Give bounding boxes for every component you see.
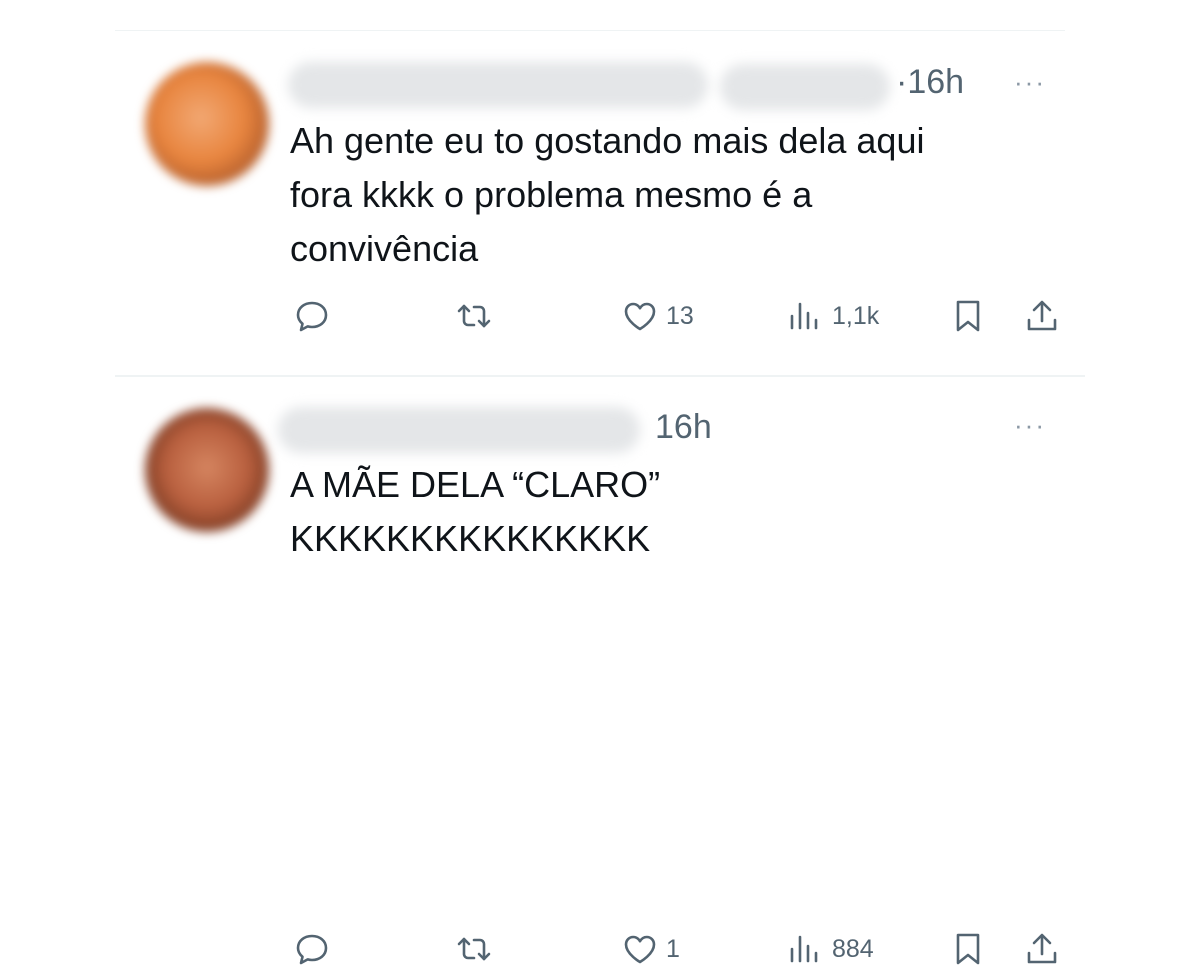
retweet-icon xyxy=(457,304,491,328)
views-count: 1,1k xyxy=(832,301,880,330)
share-button[interactable] xyxy=(1022,929,1062,969)
blurred-handle[interactable] xyxy=(720,64,890,110)
tweet-text: Ah gente eu to gostando mais dela aqui f… xyxy=(290,120,925,269)
top-divider xyxy=(115,30,1065,31)
bookmark-button[interactable] xyxy=(948,929,988,969)
bookmark-icon xyxy=(956,933,980,965)
like-button[interactable]: 13 xyxy=(620,296,694,336)
views-button[interactable]: 884 xyxy=(786,929,874,969)
heart-icon xyxy=(624,302,656,331)
reply-button[interactable] xyxy=(292,296,332,336)
tweet-actions: 13 1,1k xyxy=(0,296,1200,336)
like-count: 13 xyxy=(666,301,694,330)
blurred-username[interactable] xyxy=(288,62,708,108)
views-icon xyxy=(790,302,818,330)
like-count: 1 xyxy=(666,934,680,963)
more-options-icon[interactable]: ··· xyxy=(1014,69,1046,95)
views-button[interactable]: 1,1k xyxy=(786,296,879,336)
avatar[interactable] xyxy=(145,62,269,186)
views-icon xyxy=(790,935,818,963)
more-options-icon[interactable]: ··· xyxy=(1014,412,1046,438)
tweet-actions: 1 884 xyxy=(0,929,1200,969)
like-button[interactable]: 1 xyxy=(620,929,680,969)
tweet-time[interactable]: ·16h xyxy=(896,62,964,102)
blurred-username[interactable] xyxy=(278,407,640,453)
retweet-button[interactable] xyxy=(454,296,494,336)
tweet-divider xyxy=(115,375,1085,377)
share-icon xyxy=(1027,300,1057,331)
tweet-time[interactable]: 16h xyxy=(655,407,712,447)
tweet-text: A MÃE DELA “CLARO” KKKKKKKKKKKKKKK xyxy=(290,464,661,559)
share-button[interactable] xyxy=(1022,296,1062,336)
reply-button[interactable] xyxy=(292,929,332,969)
bookmark-button[interactable] xyxy=(948,296,988,336)
retweet-button[interactable] xyxy=(454,929,494,969)
reply-icon xyxy=(296,301,328,332)
reply-icon xyxy=(296,934,328,965)
views-count: 884 xyxy=(832,934,874,963)
bookmark-icon xyxy=(956,300,980,332)
heart-icon xyxy=(624,935,656,964)
retweet-icon xyxy=(457,937,491,961)
avatar[interactable] xyxy=(145,408,269,532)
share-icon xyxy=(1027,933,1057,964)
